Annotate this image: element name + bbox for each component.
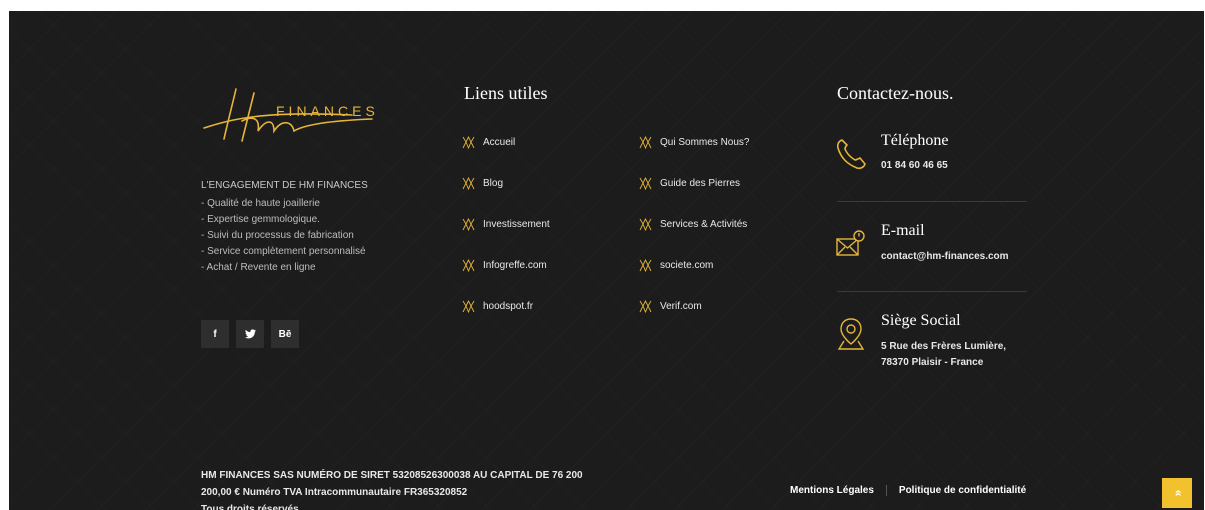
location-icon xyxy=(836,317,866,356)
legal-line: Tous droits réservés xyxy=(201,504,299,510)
about-item: - Achat / Revente en ligne xyxy=(201,262,316,273)
about-item: - Qualité de haute joaillerie xyxy=(201,198,320,209)
social-links: f Bē xyxy=(201,320,299,348)
legal-line: HM FINANCES SAS NUMÉRO DE SIRET 53208526… xyxy=(201,470,583,481)
diamond-icon xyxy=(462,299,475,313)
about-item: - Suivi du processus de fabrication xyxy=(201,230,354,241)
about-list: - Qualité de haute joaillerie - Expertis… xyxy=(201,196,366,276)
email-value[interactable]: contact@hm-finances.com xyxy=(881,249,1009,265)
address-title: Siège Social xyxy=(881,312,961,329)
link-accueil[interactable]: Accueil xyxy=(462,134,550,150)
link-blog[interactable]: Blog xyxy=(462,175,550,191)
link-qui-sommes-nous[interactable]: Qui Sommes Nous? xyxy=(639,134,749,150)
hm-finances-logo[interactable]: FINANCES xyxy=(202,81,382,151)
legal-text: HM FINANCES SAS NUMÉRO DE SIRET 53208526… xyxy=(201,467,601,510)
diamond-icon xyxy=(639,217,652,231)
link-label: Services & Activités xyxy=(660,218,748,230)
contact-divider xyxy=(837,291,1027,292)
phone-icon xyxy=(835,137,867,176)
site-footer: FINANCES L'ENGAGEMENT DE HM FINANCES - Q… xyxy=(9,11,1204,510)
contact-divider xyxy=(837,201,1027,202)
behance-icon[interactable]: Bē xyxy=(271,320,299,348)
about-item: - Service complètement personnalisé xyxy=(201,246,366,257)
link-guide-pierres[interactable]: Guide des Pierres xyxy=(639,175,749,191)
privacy-policy-link[interactable]: Politique de confidentialité xyxy=(899,485,1026,496)
diamond-icon xyxy=(462,217,475,231)
diamond-icon xyxy=(462,258,475,272)
links-col-2: Qui Sommes Nous? Guide des Pierres Servi… xyxy=(639,134,749,314)
link-label: Investissement xyxy=(483,218,550,230)
footer-bottom-links: Mentions Légales Politique de confidenti… xyxy=(790,485,1026,496)
link-label: hoodspot.fr xyxy=(483,300,534,312)
link-investissement[interactable]: Investissement xyxy=(462,216,550,232)
link-label: societe.com xyxy=(660,259,714,271)
diamond-icon xyxy=(639,258,652,272)
links-heading: Liens utiles xyxy=(464,83,548,103)
contact-heading: Contactez-nous. xyxy=(837,83,954,103)
twitter-icon[interactable] xyxy=(236,320,264,348)
logo-text: FINANCES xyxy=(276,103,379,119)
email-title: E-mail xyxy=(881,222,925,239)
address-line-2: 78370 Plaisir - France xyxy=(881,357,984,368)
phone-title: Téléphone xyxy=(881,132,949,149)
scroll-to-top-button[interactable]: » xyxy=(1162,478,1192,508)
diamond-icon xyxy=(462,135,475,149)
diamond-icon xyxy=(462,176,475,190)
email-icon xyxy=(835,227,867,264)
link-label: Infogreffe.com xyxy=(483,259,547,271)
phone-value[interactable]: 01 84 60 46 65 xyxy=(881,158,948,174)
diamond-icon xyxy=(639,135,652,149)
legal-line: 200,00 € Numéro TVA Intracommunautaire F… xyxy=(201,487,468,498)
links-col-1: Accueil Blog Investissement Infogreffe.c… xyxy=(462,134,550,314)
double-chevron-up-icon: » xyxy=(1170,489,1184,497)
link-label: Guide des Pierres xyxy=(660,177,741,189)
link-verif[interactable]: Verif.com xyxy=(639,298,749,314)
mentions-legales-link[interactable]: Mentions Légales xyxy=(790,485,874,496)
link-hoodspot[interactable]: hoodspot.fr xyxy=(462,298,550,314)
link-label: Accueil xyxy=(483,136,516,148)
about-title: L'ENGAGEMENT DE HM FINANCES xyxy=(201,180,368,191)
facebook-icon[interactable]: f xyxy=(201,320,229,348)
link-label: Blog xyxy=(483,177,504,189)
diamond-icon xyxy=(639,176,652,190)
link-societe[interactable]: societe.com xyxy=(639,257,749,273)
address-line-1: 5 Rue des Frères Lumière, xyxy=(881,341,1007,352)
diamond-icon xyxy=(639,299,652,313)
link-infogreffe[interactable]: Infogreffe.com xyxy=(462,257,550,273)
link-services[interactable]: Services & Activités xyxy=(639,216,749,232)
link-label: Qui Sommes Nous? xyxy=(660,136,750,148)
about-item: - Expertise gemmologique. xyxy=(201,214,320,225)
link-label: Verif.com xyxy=(660,300,702,312)
link-separator xyxy=(885,485,887,496)
